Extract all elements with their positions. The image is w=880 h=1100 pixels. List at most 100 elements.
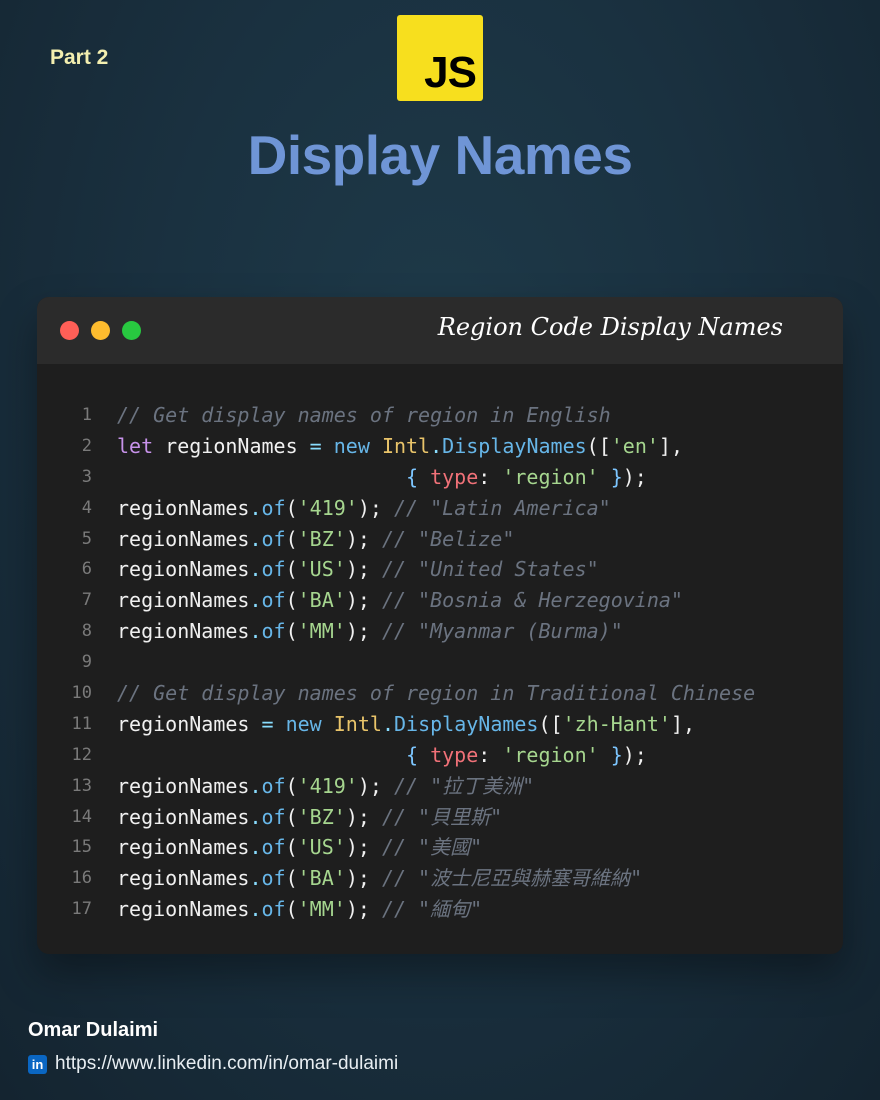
- code-text: regionNames.of('BZ'); // "貝里斯": [117, 802, 502, 833]
- line-number: 7: [81, 590, 92, 611]
- code-token: .: [249, 897, 262, 922]
- code-token: (: [285, 835, 298, 860]
- line-number: 2: [81, 435, 92, 456]
- close-dot-icon: [60, 321, 79, 340]
- code-line: 16 regionNames.of('BA'); // "波士尼亞與赫塞哥維納": [37, 863, 843, 894]
- code-token: // "緬甸": [381, 897, 483, 922]
- maximize-dot-icon: [122, 321, 141, 340]
- code-token: =: [261, 711, 274, 736]
- code-line: 6 regionNames.of('US'); // "United States…: [37, 554, 843, 585]
- code-token: ([: [586, 433, 611, 458]
- code-token: // "Bosnia & Herzegovina": [381, 588, 683, 613]
- code-token: .: [249, 495, 262, 520]
- code-text: regionNames.of('419'); // "Latin America…: [117, 493, 611, 524]
- code-token: of: [261, 866, 286, 891]
- code-token: );: [345, 588, 382, 613]
- line-number: 11: [71, 713, 92, 734]
- code-line: 7 regionNames.of('BA'); // "Bosnia & Herz…: [37, 585, 843, 616]
- window-titlebar: Region Code Display Names: [37, 297, 843, 364]
- code-token: (: [285, 526, 298, 551]
- line-number: 13: [71, 775, 92, 796]
- code-token: ],: [670, 711, 696, 736]
- code-token: 'en': [610, 433, 659, 458]
- code-token: regionNames: [153, 433, 310, 458]
- code-token: =: [309, 433, 322, 458]
- code-line: 11 regionNames = new Intl.DisplayNames(['…: [37, 709, 843, 740]
- code-token: regionNames: [117, 773, 250, 798]
- code-token: );: [345, 557, 382, 582]
- linkedin-link[interactable]: in https://www.linkedin.com/in/omar-dula…: [28, 1053, 398, 1075]
- code-token: ([: [538, 711, 563, 736]
- line-number: 16: [71, 868, 92, 889]
- code-token: regionNames: [117, 588, 250, 613]
- code-token: of: [261, 835, 286, 860]
- code-window: Region Code Display Names 1 // Get displa…: [37, 297, 843, 954]
- line-number: 3: [81, 466, 92, 487]
- code-text: regionNames.of('US'); // "United States": [117, 554, 599, 585]
- linkedin-url[interactable]: https://www.linkedin.com/in/omar-dulaimi: [55, 1053, 398, 1075]
- code-token: }: [610, 464, 623, 489]
- code-token: // "美國": [381, 835, 483, 860]
- code-token: regionNames: [117, 495, 250, 520]
- line-number: 1: [81, 405, 92, 425]
- code-text: regionNames.of('MM'); // "緬甸": [117, 894, 482, 925]
- code-token: 'MM': [297, 619, 346, 644]
- line-number: 6: [81, 559, 92, 580]
- code-line: 12 { type: 'region' });: [37, 740, 843, 771]
- code-token: of: [261, 526, 286, 551]
- code-token: (: [285, 495, 298, 520]
- code-token: }: [610, 742, 623, 767]
- linkedin-icon: in: [28, 1054, 47, 1074]
- javascript-logo-icon: JS: [397, 15, 483, 101]
- code-token: .: [249, 773, 262, 798]
- code-token: );: [345, 897, 382, 922]
- code-token: .: [249, 804, 262, 829]
- code-token: );: [357, 773, 394, 798]
- code-token: of: [261, 495, 286, 520]
- code-token: new: [333, 433, 370, 458]
- code-token: .: [249, 557, 262, 582]
- code-token: {: [405, 742, 419, 767]
- code-token: type: [430, 464, 479, 489]
- line-number: 17: [71, 899, 92, 920]
- code-token: new: [285, 711, 322, 736]
- code-line: 13 regionNames.of('419'); // "拉丁美洲": [37, 771, 843, 802]
- code-token: // Get display names of region in Tradit…: [117, 681, 756, 706]
- code-token: .: [249, 866, 262, 891]
- code-token: (: [285, 866, 298, 891]
- code-token: of: [261, 588, 286, 613]
- code-token: 'MM': [297, 897, 346, 922]
- code-token: 'US': [297, 835, 346, 860]
- code-token: // Get display names of region in Englis…: [117, 403, 611, 427]
- line-number: 4: [81, 497, 92, 518]
- code-token: // "波士尼亞與赫塞哥維納": [381, 866, 643, 891]
- code-text: regionNames.of('BA'); // "波士尼亞與赫塞哥維納": [117, 863, 642, 894]
- code-token: // "United States": [381, 557, 599, 582]
- code-text: { type: 'region' });: [117, 462, 647, 493]
- code-token: of: [261, 557, 286, 582]
- code-text: let regionNames = new Intl.DisplayNames(…: [117, 431, 683, 462]
- code-token: 'BZ': [297, 526, 346, 551]
- code-token: ],: [658, 433, 684, 458]
- line-number: 15: [71, 837, 92, 858]
- code-text: // Get display names of region in Englis…: [117, 400, 611, 431]
- code-token: (: [285, 619, 298, 644]
- code-line: 3 { type: 'region' });: [37, 462, 843, 493]
- code-token: .: [249, 588, 262, 613]
- code-token: .: [249, 526, 262, 551]
- code-token: '419': [297, 495, 358, 520]
- code-line: 10 // Get display names of region in Trad…: [37, 678, 843, 709]
- minimize-dot-icon: [91, 321, 110, 340]
- code-token: );: [345, 619, 382, 644]
- code-token: '419': [297, 773, 358, 798]
- code-text: { type: 'region' });: [117, 740, 647, 771]
- page-title: Display Names: [247, 124, 633, 186]
